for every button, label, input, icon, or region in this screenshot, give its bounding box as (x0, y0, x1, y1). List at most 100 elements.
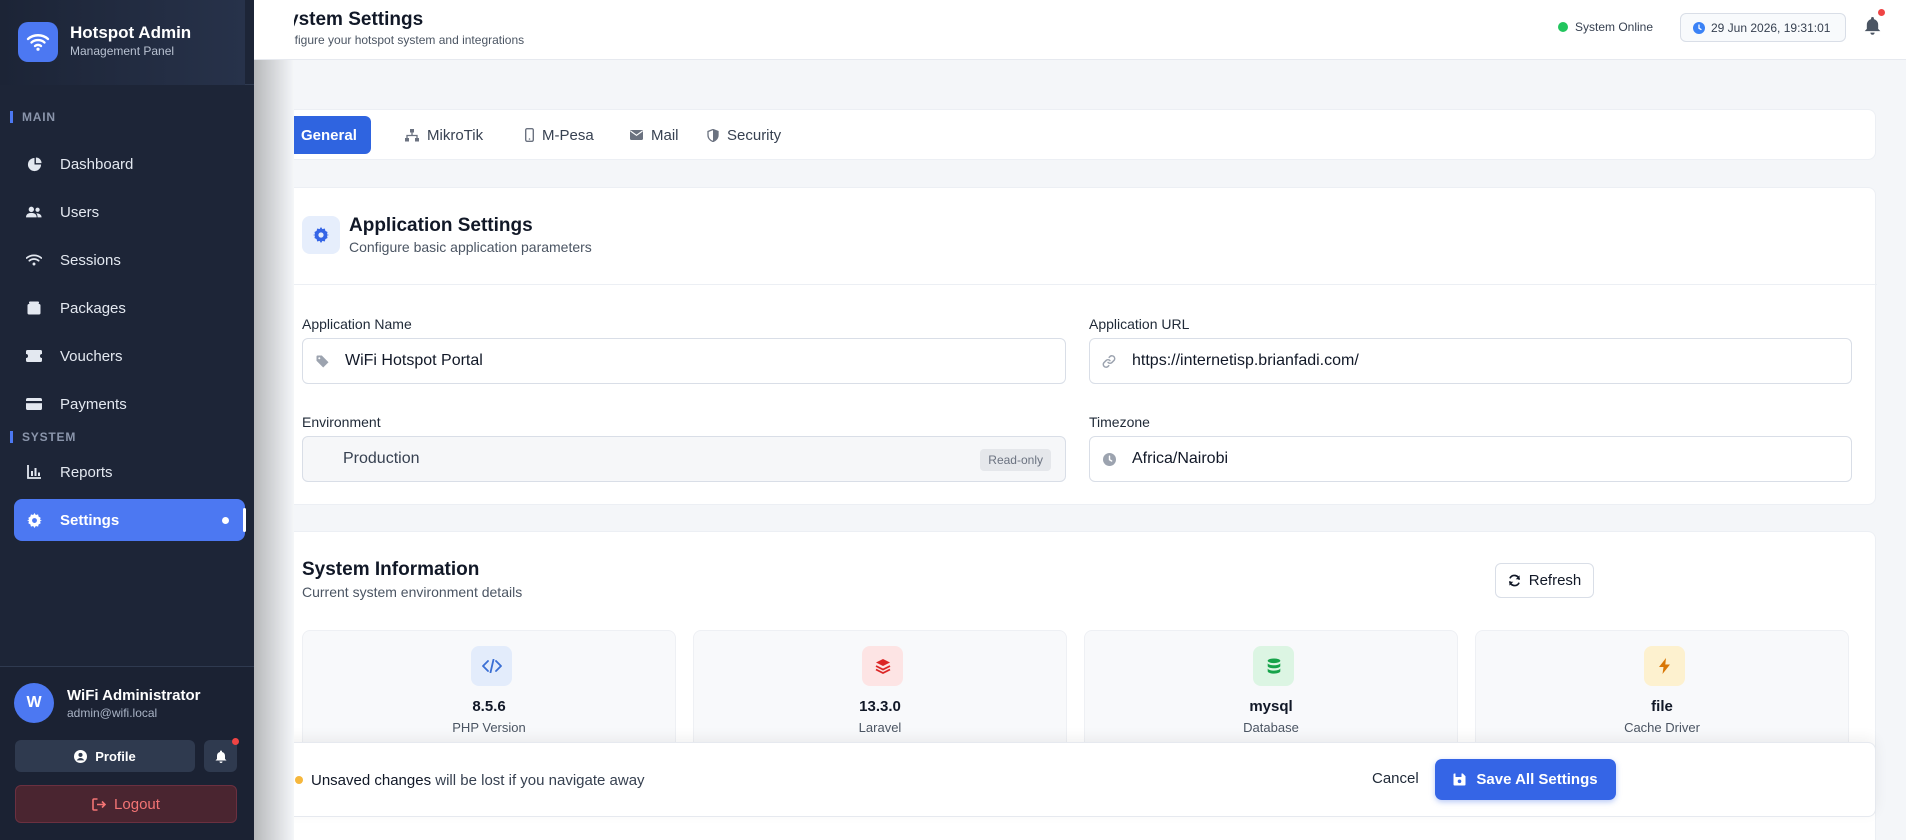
sidebar-item-users[interactable]: Users (14, 191, 245, 233)
brand-subtitle: Management Panel (70, 44, 175, 58)
profile-button[interactable]: Profile (15, 740, 195, 772)
sidebar-item-payments[interactable]: Payments (14, 383, 245, 425)
info-value: file (1651, 698, 1673, 715)
timezone-value: Africa/Nairobi (1132, 450, 1229, 467)
section-subtitle: Current system environment details (302, 584, 523, 600)
profile-button-label: Profile (95, 748, 136, 764)
users-icon (26, 204, 42, 220)
chart-icon (26, 464, 42, 480)
section-label-system: SYSTEM (10, 430, 76, 444)
save-icon (1453, 773, 1466, 786)
sidebar-item-label: Settings (60, 511, 120, 529)
box-icon (26, 300, 42, 316)
tab-label: M-Pesa (542, 126, 594, 144)
app-url-value: https://internetisp.brianfadi.com/ (1132, 352, 1359, 369)
active-indicator-dot (222, 517, 229, 524)
sidebar-item-label: Dashboard (60, 155, 134, 173)
app-url-label: Application URL (1089, 316, 1190, 332)
brand-title: Hotspot Admin (70, 23, 192, 42)
datetime-badge: 29 Jun 2026, 19:31:01 (1680, 13, 1846, 42)
application-settings-card: Application Settings Configure basic app… (294, 187, 1877, 505)
tab-mail[interactable]: Mail (630, 116, 679, 154)
section-title: Application Settings (349, 215, 533, 236)
sidebar-item-dashboard[interactable]: Dashboard (14, 143, 245, 185)
notification-dot (232, 738, 239, 745)
refresh-button-label: Refresh (1528, 572, 1582, 589)
info-label: PHP Version (452, 720, 526, 735)
sidebar-item-label: Vouchers (60, 347, 123, 365)
info-value: 13.3.0 (859, 698, 901, 715)
status-online-dot (1558, 22, 1568, 32)
sidebar-notifications-button[interactable] (204, 738, 239, 772)
avatar: W (14, 683, 54, 723)
sidebar-item-label: Packages (60, 299, 126, 317)
wifi-logo-icon (18, 22, 58, 62)
sidebar-item-reports[interactable]: Reports (14, 451, 245, 493)
save-all-settings-button[interactable]: Save All Settings (1435, 759, 1616, 800)
datetime-text: 29 Jun 2026, 19:31:01 (1711, 20, 1831, 35)
logout-icon (92, 797, 107, 811)
tab-mpesa[interactable]: M-Pesa (525, 116, 594, 154)
app-name-field[interactable]: WiFi Hotspot Portal (302, 338, 1066, 384)
unsaved-warning-rest: will be lost if you navigate away (431, 772, 645, 789)
user-panel: W WiFi Administrator admin@wifi.local Pr… (0, 666, 254, 840)
network-icon (405, 128, 419, 142)
sidebar-header: Hotspot Admin Management Panel (0, 0, 254, 85)
notification-dot (1878, 9, 1885, 16)
sidebar-item-settings[interactable]: Settings (14, 499, 245, 541)
refresh-button[interactable]: Refresh (1495, 563, 1594, 598)
sidebar: Hotspot Admin Management Panel MAIN Dash… (0, 0, 254, 840)
tab-security[interactable]: Security (707, 116, 781, 154)
sidebar-item-vouchers[interactable]: Vouchers (14, 335, 245, 377)
sidebar-item-packages[interactable]: Packages (14, 287, 245, 329)
topbar: ystem Settings nfigure your hotspot syst… (254, 0, 1906, 60)
gear-icon (302, 216, 340, 254)
section-title: System Information (302, 559, 480, 580)
layers-icon (862, 646, 903, 686)
environment-field: Production Read-only (302, 436, 1066, 482)
timezone-field[interactable]: Africa/Nairobi (1089, 436, 1852, 482)
unsaved-warning-strong: Unsaved changes (311, 772, 432, 789)
ticket-icon (26, 348, 42, 364)
tab-general[interactable]: General (294, 116, 371, 154)
unsaved-indicator-dot (295, 776, 303, 784)
environment-label: Environment (302, 414, 381, 430)
section-label-main: MAIN (10, 110, 56, 124)
topbar-title-clip: ystem Settings nfigure your hotspot syst… (294, 0, 1906, 60)
notifications-button[interactable] (1864, 9, 1885, 35)
credit-card-icon (26, 396, 42, 412)
wifi-icon (26, 252, 42, 268)
save-button-label: Save All Settings (1476, 771, 1598, 788)
cancel-button[interactable]: Cancel (1372, 770, 1419, 787)
page-title: ystem Settings (294, 9, 424, 30)
save-bar: Unsaved changes will be lost if you navi… (294, 742, 1876, 817)
user-name: WiFi Administrator (67, 687, 201, 704)
bell-icon (215, 750, 227, 763)
code-icon (471, 646, 512, 686)
app-url-field[interactable]: https://internetisp.brianfadi.com/ (1089, 338, 1852, 384)
app-name-label: Application Name (302, 316, 412, 332)
settings-tabs: General MikroTik M-Pesa Mail Security (294, 109, 1876, 160)
logout-button[interactable]: Logout (15, 785, 237, 823)
page-subtitle: nfigure your hotspot system and integrat… (294, 33, 525, 47)
sidebar-item-sessions[interactable]: Sessions (14, 239, 245, 281)
info-label: Database (1243, 720, 1299, 735)
tab-label: Security (727, 126, 782, 144)
app-name-value: WiFi Hotspot Portal (345, 352, 483, 369)
timezone-label: Timezone (1089, 414, 1150, 430)
dashboard-icon (26, 156, 42, 172)
tab-mikrotik[interactable]: MikroTik (405, 116, 483, 154)
info-label: Laravel (858, 720, 902, 735)
info-value: mysql (1249, 698, 1293, 715)
refresh-icon (1508, 574, 1521, 587)
link-icon (1102, 354, 1116, 368)
unsaved-warning: Unsaved changes will be lost if you navi… (311, 772, 645, 789)
section-subtitle: Configure basic application parameters (349, 239, 592, 255)
bolt-icon (1644, 646, 1685, 686)
divider (294, 284, 1877, 285)
main-content: General MikroTik M-Pesa Mail Security Ap… (294, 61, 1906, 840)
sidebar-overlay-shadow (254, 0, 294, 840)
user-email: admin@wifi.local (67, 706, 158, 720)
sidebar-item-label: Reports (60, 463, 113, 481)
clock-icon (1693, 21, 1705, 34)
